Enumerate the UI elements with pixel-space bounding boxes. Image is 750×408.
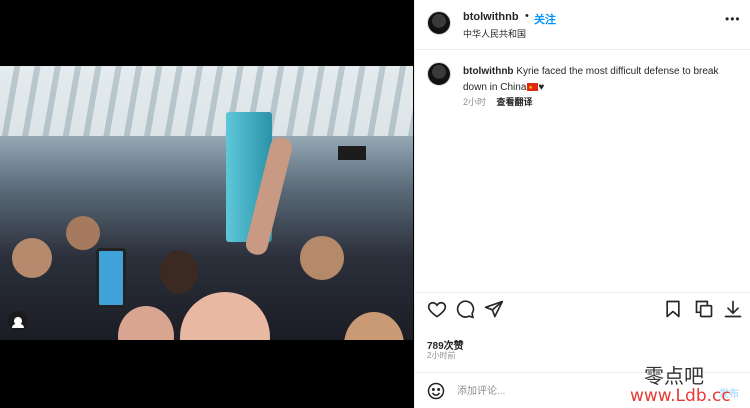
post-sidebar: btolwithnb • 关注 中华人民共和国 ••• btolwithnb K… [414,0,750,408]
action-bar [415,292,750,328]
photo-fan [118,306,174,340]
download-icon[interactable] [723,299,743,319]
watermark-title: 零点吧 [644,364,704,388]
avatar[interactable] [427,62,451,86]
caption-time: 2小时 [463,97,487,107]
watermark-url: www.Ldb.cc [630,386,731,406]
photo-fan [344,312,404,340]
post-photo[interactable] [0,66,413,340]
china-flag-icon [527,80,539,96]
translate-button[interactable]: 查看翻译 [497,97,533,107]
more-icon[interactable]: ••• [725,12,741,26]
photo-phone [96,248,126,308]
heart-emoji: ♥ [538,82,545,93]
copy-icon[interactable] [694,299,714,319]
photo-fan [300,236,344,280]
photo-bald-fan [180,292,270,340]
tag-person-icon[interactable] [8,311,28,331]
bookmark-icon[interactable] [663,299,683,319]
follow-button[interactable]: 关注 [534,11,556,27]
avatar[interactable] [427,11,451,35]
post-time: 2小时前 [427,351,456,360]
watermark: 零点吧 www.Ldb.cc [630,360,750,408]
photo-fan [12,238,52,278]
emoji-icon[interactable] [427,382,445,400]
tag-person-glyph [12,317,24,328]
heart-icon[interactable] [427,299,447,319]
photo-roof [0,66,413,136]
photo-sign [338,146,366,160]
username-link[interactable]: btolwithnb [463,11,519,23]
caption-meta: 2小时 查看翻译 [463,95,533,108]
comment-icon[interactable] [455,299,475,319]
separator-dot: • [525,10,529,22]
photo-fan [66,216,100,250]
post-header: btolwithnb • 关注 中华人民共和国 ••• [415,0,750,50]
share-icon[interactable] [484,299,504,319]
location-link[interactable]: 中华人民共和国 [463,27,526,40]
media-pane [0,0,414,408]
photo-player-head [160,250,198,294]
caption-text: btolwithnb Kyrie faced the most difficul… [463,64,733,96]
caption-username[interactable]: btolwithnb [463,66,514,77]
